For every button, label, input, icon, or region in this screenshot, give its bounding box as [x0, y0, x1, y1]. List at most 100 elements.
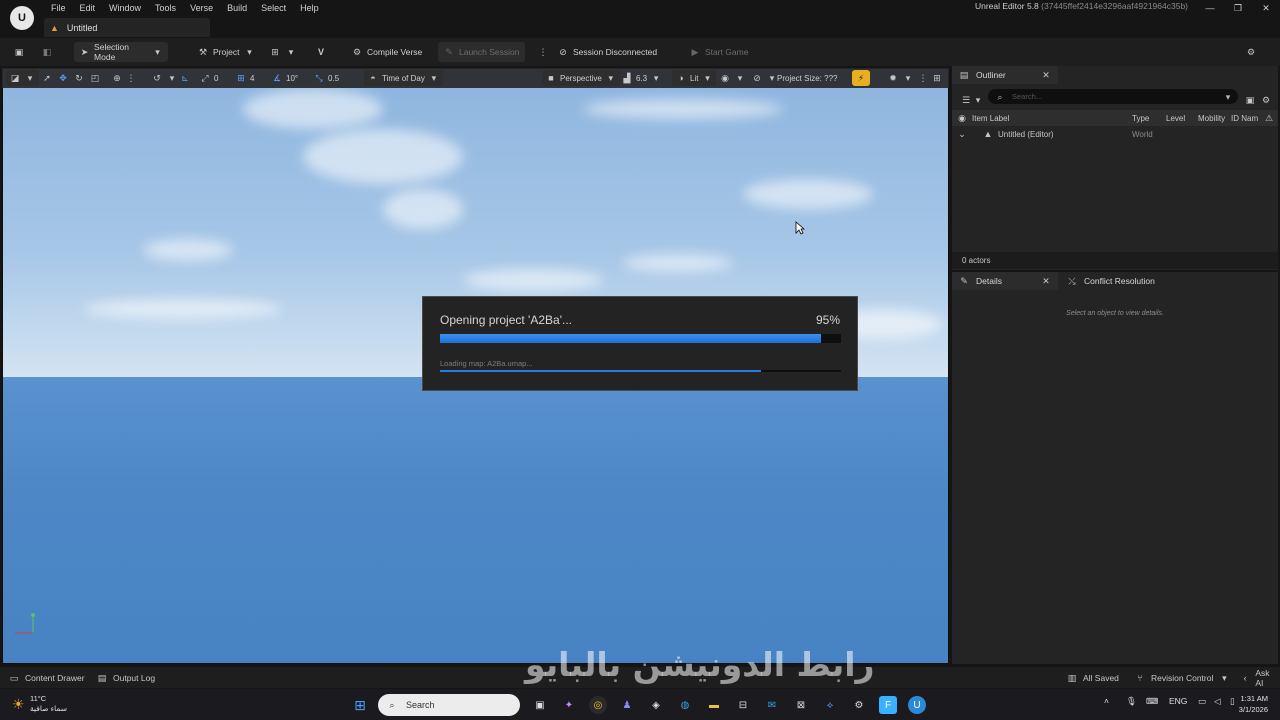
verse-button[interactable]: V: [310, 42, 332, 62]
copilot-icon[interactable]: ✦: [560, 696, 578, 714]
microphone-icon[interactable]: 🎙: [1126, 696, 1137, 707]
tray-chevron-icon[interactable]: ˄: [1104, 696, 1109, 706]
outliner-icon: ▤: [959, 70, 969, 80]
outliner-search-input[interactable]: ⌕ Search... ▾: [988, 89, 1238, 104]
save-button[interactable]: ▣: [8, 42, 30, 62]
output-log-button[interactable]: ▤ Output Log: [92, 670, 159, 685]
menu-edit[interactable]: Edit: [73, 2, 103, 14]
system-clock[interactable]: 1:31 AM 3/1/2026: [1239, 693, 1268, 715]
settings-app-icon[interactable]: ⚙: [850, 696, 868, 714]
filter-button[interactable]: ☰ ▾: [960, 90, 984, 108]
angle-snap[interactable]: ∡ 10°: [268, 70, 301, 86]
close-icon[interactable]: ✕: [1040, 275, 1052, 287]
keyboard-icon[interactable]: ⌨: [1146, 696, 1158, 707]
start-game-button[interactable]: ▶ Start Game: [684, 42, 753, 62]
weather-widget[interactable]: ☀ 11°C سماء صافية: [12, 694, 67, 714]
browse-button[interactable]: ◧: [36, 42, 58, 62]
app-name: Unreal Editor 5.8: [974, 1, 1039, 11]
location-snap[interactable]: ⤢ 0: [196, 70, 221, 86]
teams-icon[interactable]: ♟: [618, 696, 636, 714]
project-label: Project: [213, 47, 240, 57]
transform-mode-dropdown[interactable]: ◪ ▾: [6, 70, 39, 86]
axis-gizmo-icon: [11, 609, 41, 639]
settings-button[interactable]: ⚙: [1240, 42, 1262, 62]
tab-outliner[interactable]: ▤ Outliner ✕: [952, 66, 1058, 84]
table-row[interactable]: ⌄ ▲ Untitled (Editor) World: [952, 127, 1278, 141]
realtime-toggle[interactable]: ⚡: [852, 70, 870, 86]
loading-percent: 95%: [815, 313, 840, 327]
compile-verse-label: Compile Verse: [367, 47, 423, 57]
tab-untitled[interactable]: ▲ Untitled: [44, 18, 210, 37]
language-indicator[interactable]: ENG: [1169, 696, 1187, 706]
dev-tool-icon[interactable]: ⟡: [821, 696, 839, 714]
launch-session-button[interactable]: ✎ Launch Session: [438, 42, 525, 62]
mail-icon[interactable]: ✉: [763, 696, 781, 714]
more-vertical-icon: ⋮: [126, 73, 136, 83]
revision-control-label: Revision Control: [1151, 672, 1214, 683]
menu-select[interactable]: Select: [254, 2, 293, 14]
camera-speed-dropdown[interactable]: ▟ 6.3 ▾: [618, 70, 665, 86]
network-icon[interactable]: ▭: [1198, 696, 1206, 707]
play-icon: ▶: [691, 47, 699, 57]
more-options-button[interactable]: ⋮: [122, 70, 140, 86]
perspective-dropdown[interactable]: ■ Perspective ▾: [542, 70, 620, 86]
column-id-name[interactable]: ID Nam: [1231, 114, 1263, 123]
scale-snap[interactable]: ⤡ 0.5: [310, 70, 342, 86]
session-options-button[interactable]: ⋮: [532, 42, 554, 62]
selection-mode-dropdown[interactable]: ➤ Selection Mode ▾: [74, 42, 168, 62]
close-icon[interactable]: ✕: [1252, 0, 1280, 16]
github-icon[interactable]: ◈: [647, 696, 665, 714]
scale-tool[interactable]: ◰: [86, 70, 104, 86]
time-of-day-dropdown[interactable]: ◓ Time of Day ▾: [364, 70, 443, 86]
compile-verse-button[interactable]: ⚙ Compile Verse: [346, 42, 427, 62]
menu-window[interactable]: Window: [102, 2, 148, 14]
excel-icon[interactable]: ⊠: [792, 696, 810, 714]
unreal-logo-icon[interactable]: U: [10, 6, 34, 30]
edge-icon[interactable]: ◍: [676, 696, 694, 714]
more-vertical-icon: ⋮: [538, 47, 548, 57]
surface-snap-button[interactable]: ⊾: [176, 70, 194, 86]
folder-add-button[interactable]: ▣: [1244, 90, 1256, 108]
task-view-icon[interactable]: ▣: [531, 696, 549, 714]
column-item-label[interactable]: Item Label: [972, 114, 1132, 123]
fortnite-icon[interactable]: F: [879, 696, 897, 714]
ask-ai-button[interactable]: ‹ Ask AI: [1236, 668, 1280, 688]
column-mobility[interactable]: Mobility: [1198, 114, 1231, 123]
menu-help[interactable]: Help: [293, 2, 326, 14]
menu-file[interactable]: File: [44, 2, 73, 14]
row-label: Untitled (Editor): [998, 129, 1054, 139]
content-drawer-button[interactable]: ▭ Content Drawer: [4, 670, 89, 685]
restore-icon[interactable]: ❐: [1224, 0, 1252, 16]
add-content-button[interactable]: ⊞ ▾: [264, 42, 302, 62]
menu-tools[interactable]: Tools: [148, 2, 183, 14]
outliner-settings-button[interactable]: ⚙: [1260, 90, 1272, 108]
collapse-arrow-icon[interactable]: ⌄: [956, 128, 968, 140]
grid-snap[interactable]: ⊞ 4: [232, 70, 257, 86]
eye-icon[interactable]: ◉: [956, 112, 968, 124]
lit-dropdown[interactable]: ◑ Lit ▾: [672, 70, 717, 86]
volume-icon[interactable]: ◁: [1214, 696, 1221, 707]
menu-build[interactable]: Build: [220, 2, 254, 14]
tab-conflict-resolution[interactable]: ⤯ Conflict Resolution: [1060, 272, 1161, 290]
viewport-toolbar: ◪ ▾ ➚ ✥ ↻ ◰ ⊕ ⋮ ↺ ▾ ⊾ ⤢ 0 ⊞ 4 ∡ 10° ⤡ 0.5 ◓ Tim…: [2, 68, 949, 88]
file-explorer-icon[interactable]: ▬: [705, 696, 723, 714]
store-icon[interactable]: ⊟: [734, 696, 752, 714]
windows-start-icon[interactable]: ⊞: [351, 696, 369, 714]
menu-verse[interactable]: Verse: [183, 2, 220, 14]
project-dropdown[interactable]: ⚒ Project ▾: [192, 42, 260, 62]
viewport-settings-dropdown[interactable]: ✹ ▾: [884, 70, 917, 86]
close-icon[interactable]: ✕: [1040, 69, 1052, 81]
column-level[interactable]: Level: [1166, 114, 1198, 123]
all-saved-button[interactable]: ▥ All Saved: [1062, 670, 1123, 685]
tab-details[interactable]: ✎ Details ✕: [952, 272, 1058, 290]
battery-icon[interactable]: ▯: [1230, 696, 1235, 707]
column-type[interactable]: Type: [1132, 114, 1166, 123]
show-dropdown[interactable]: ◉ ▾: [716, 70, 749, 86]
revision-control-button[interactable]: ⑂ Revision Control ▾: [1130, 670, 1234, 685]
chrome-icon[interactable]: ◎: [589, 696, 607, 714]
taskbar-search-input[interactable]: ⌕ Search: [378, 694, 520, 716]
minimize-icon[interactable]: —: [1196, 0, 1224, 16]
unreal-taskbar-icon[interactable]: U: [908, 696, 926, 714]
layout-button[interactable]: ⊞: [928, 70, 946, 86]
session-status[interactable]: ⊘ Session Disconnected: [552, 42, 662, 62]
